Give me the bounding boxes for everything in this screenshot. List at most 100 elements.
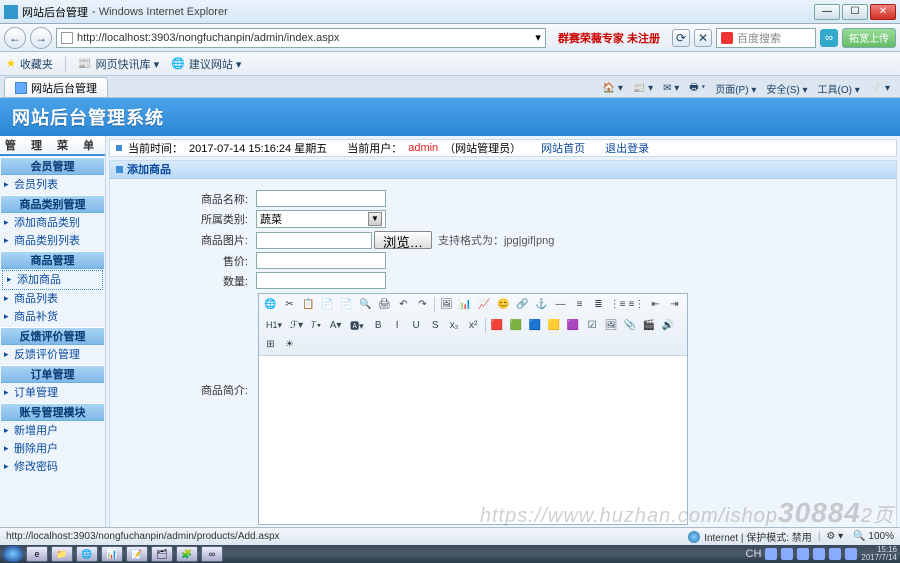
tray-icon[interactable] [797,548,809,560]
editor-button[interactable]: ⇤ [647,296,664,313]
clock[interactable]: 15:162017/7/14 [861,546,897,562]
bookmark-item-1[interactable]: 🌐建议网站 ▾ [171,56,241,72]
sidebar-item[interactable]: 添加商品 [2,270,103,290]
sidebar-group-header[interactable]: 会员管理 [1,157,104,175]
editor-button[interactable]: B [370,317,387,334]
editor-button[interactable]: ☑ [584,317,601,334]
address-bar[interactable]: http://localhost:3903/nongfuchanpin/admi… [56,28,546,48]
image-input[interactable] [256,232,372,249]
link-home[interactable]: 网站首页 [541,140,585,156]
editor-button[interactable]: ≣ [590,296,607,313]
sidebar-group-header[interactable]: 商品管理 [1,251,104,269]
tab-active[interactable]: 网站后台管理 [4,77,108,97]
qty-input[interactable] [256,272,386,289]
sidebar-item[interactable]: 删除用户 [0,440,105,458]
protected-mode-icon[interactable]: ⚙ ▾ [826,531,843,542]
tabtool-1[interactable]: 📰 ▾ [633,80,653,97]
editor-button[interactable]: 🟪 [565,317,582,334]
editor-button[interactable]: H1▾ [262,317,286,334]
tray-icon[interactable] [829,548,841,560]
editor-button[interactable]: U [408,317,425,334]
tabtool-3[interactable]: 🖶 ▾ [689,80,705,97]
taskbar-app3-icon[interactable]: 📝 [126,546,148,562]
editor-button[interactable]: x² [465,317,482,334]
taskbar-app-icon[interactable]: 🌐 [76,546,98,562]
editor-button[interactable]: 🟥 [489,317,506,334]
editor-button[interactable]: ⚓ [533,296,550,313]
minimize-button[interactable]: — [814,4,840,20]
editor-button[interactable]: 🎬 [641,317,658,334]
dropdown-icon[interactable]: ▾ [535,31,541,44]
editor-button[interactable]: A▾ [327,317,344,334]
editor-button[interactable]: 🔊 [660,317,677,334]
editor-button[interactable]: ⊞ [262,336,279,353]
tabtool-5[interactable]: 安全(S) ▾ [766,80,807,97]
back-button[interactable]: ← [4,27,26,49]
editor-button[interactable]: 🟦 [527,317,544,334]
sidebar-group-header[interactable]: 账号管理模块 [1,403,104,421]
ime-indicator[interactable]: CH [746,548,762,560]
forward-button[interactable]: → [30,27,52,49]
zoom-level[interactable]: 🔍 100% [853,531,894,542]
editor-button[interactable]: ↶ [395,296,412,313]
sidebar-item[interactable]: 反馈评价管理 [0,346,105,364]
editor-button[interactable]: 🔗 [514,296,531,313]
editor-button[interactable]: I [389,317,406,334]
share-icon[interactable]: ∞ [820,29,838,47]
sidebar-item[interactable]: 订单管理 [0,384,105,402]
sidebar-item[interactable]: 添加商品类别 [0,214,105,232]
system-tray[interactable]: CH 15:162017/7/14 [746,546,897,562]
sidebar-item[interactable]: 商品补货 [0,308,105,326]
editor-button[interactable]: ≡⋮ [628,296,645,313]
favorites-button[interactable]: ★收藏夹 [6,56,53,72]
editor-button[interactable]: 📄 [338,296,355,313]
sidebar-item[interactable]: 修改密码 [0,458,105,476]
editor-button[interactable]: 🌐 [262,296,279,313]
browse-button[interactable]: 浏览… [374,231,432,249]
editor-button[interactable]: 📈 [476,296,493,313]
editor-button[interactable]: 🖼 [603,317,620,334]
editor-button[interactable]: ⇥ [666,296,683,313]
tray-icon[interactable] [813,548,825,560]
editor-textarea[interactable] [259,356,687,524]
editor-button[interactable]: 🅰▾ [346,317,368,334]
bookmark-item-0[interactable]: 📰网页快讯库 ▾ [78,56,159,72]
editor-button[interactable]: ↷ [414,296,431,313]
start-button[interactable] [3,546,23,562]
tabtool-2[interactable]: ✉ ▾ [663,80,679,97]
close-button[interactable]: ✕ [870,4,896,20]
editor-button[interactable]: ✂ [281,296,298,313]
sidebar-item[interactable]: 新增用户 [0,422,105,440]
editor-button[interactable]: 📎 [622,317,639,334]
editor-button[interactable]: 📊 [457,296,474,313]
sidebar-group-header[interactable]: 反馈评价管理 [1,327,104,345]
editor-button[interactable]: 🖨 [376,296,393,313]
editor-button[interactable]: ≡ [571,296,588,313]
tabtool-0[interactable]: 🏠 ▾ [603,80,623,97]
taskbar-app6-icon[interactable]: ∞ [201,546,223,562]
search-box[interactable]: 百度搜索 [716,28,816,48]
sidebar-item[interactable]: 会员列表 [0,176,105,194]
name-input[interactable] [256,190,386,207]
editor-button[interactable]: 𝑇▾ [307,317,325,334]
editor-button[interactable]: 🟨 [546,317,563,334]
editor-button[interactable]: ☀ [281,336,298,353]
maximize-button[interactable]: ☐ [842,4,868,20]
refresh-button[interactable]: ⟳ [672,29,690,47]
taskbar-explorer-icon[interactable]: 📁 [51,546,73,562]
link-logout[interactable]: 退出登录 [605,140,649,156]
editor-button[interactable]: 📄 [319,296,336,313]
upload-ext-button[interactable]: 拓宽上传 [842,28,896,48]
editor-button[interactable]: x₂ [446,317,463,334]
tabtool-7[interactable]: ❔ ▾ [870,80,890,97]
editor-button[interactable]: S [427,317,444,334]
sidebar-group-header[interactable]: 订单管理 [1,365,104,383]
editor-button[interactable]: 📋 [300,296,317,313]
sidebar-item[interactable]: 商品类别列表 [0,232,105,250]
tray-icon[interactable] [781,548,793,560]
sidebar-group-header[interactable]: 商品类别管理 [1,195,104,213]
editor-button[interactable]: 😊 [495,296,512,313]
taskbar-app4-icon[interactable]: 🗂 [151,546,173,562]
editor-button[interactable]: ℱ▾ [288,317,305,334]
taskbar-app2-icon[interactable]: 📊 [101,546,123,562]
